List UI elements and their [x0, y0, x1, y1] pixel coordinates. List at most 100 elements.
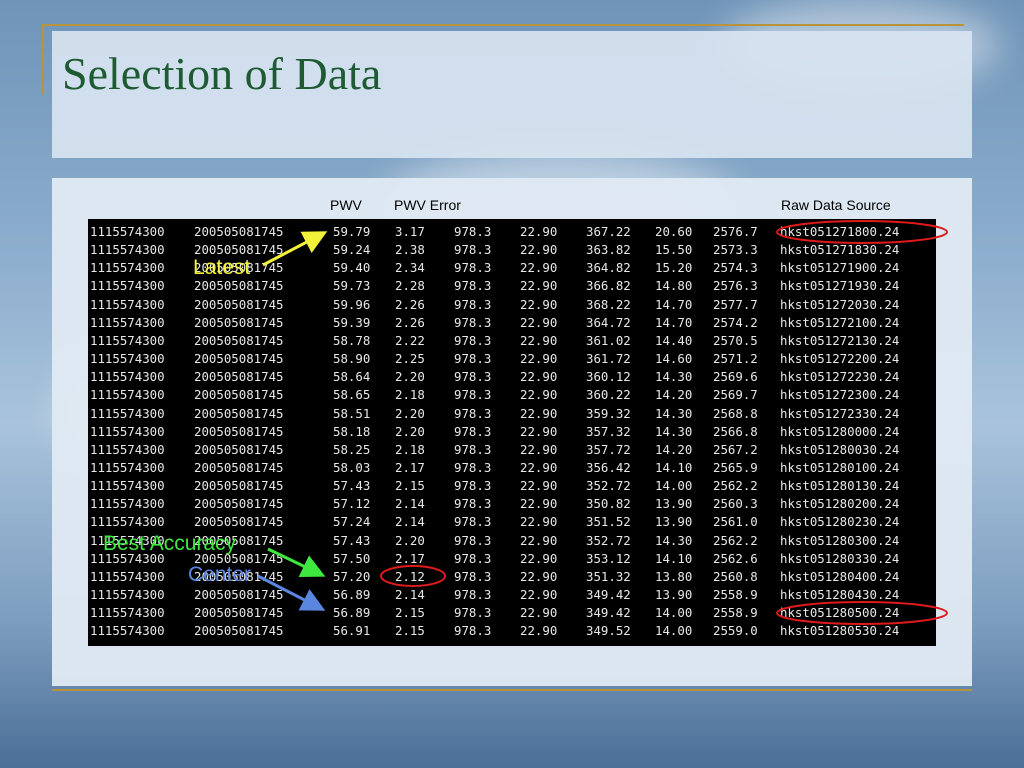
pressure-cell: 978.3	[454, 278, 492, 294]
pwv-cell: 58.25	[333, 441, 371, 457]
zenith-total-cell: 2565.9	[713, 459, 758, 475]
zenith-delay-cell: 360.22	[586, 387, 631, 403]
zenith-wet-cell: 14.80	[655, 278, 693, 294]
temperature-cell: 22.90	[520, 242, 558, 258]
raw-source-cell: hkst051272200.24	[780, 351, 900, 367]
zenith-wet-cell: 14.10	[655, 459, 693, 475]
temperature-cell: 22.90	[520, 405, 558, 421]
zenith-delay-cell: 351.52	[586, 514, 631, 530]
raw-source-cell: hkst051280100.24	[780, 459, 900, 475]
zenith-total-cell: 2577.7	[713, 296, 758, 312]
raw-source-cell: hkst051272300.24	[780, 387, 900, 403]
zenith-total-cell: 2562.6	[713, 550, 758, 566]
left-gold-rule	[42, 24, 44, 94]
zenith-wet-cell: 13.90	[655, 496, 693, 512]
pwv-error-cell: 2.20	[395, 369, 425, 385]
pressure-cell: 978.3	[454, 550, 492, 566]
pressure-cell: 978.3	[454, 260, 492, 276]
zenith-total-cell: 2573.3	[713, 242, 758, 258]
raw-source-cell: hkst051271930.24	[780, 278, 900, 294]
temperature-cell: 22.90	[520, 532, 558, 548]
bottom-gold-rule	[52, 689, 972, 691]
temperature-cell: 22.90	[520, 550, 558, 566]
pwv-cell: 58.78	[333, 332, 371, 348]
pwv-cell: 59.96	[333, 296, 371, 312]
raw-source-cell: hkst051280430.24	[780, 587, 900, 602]
pressure-cell: 978.3	[454, 587, 492, 602]
pwv-cell: 59.24	[333, 242, 371, 258]
timestamp-cell: 1115574300	[90, 459, 165, 475]
datetime-cell: 200505081745	[194, 296, 284, 312]
zenith-delay-cell: 356.42	[586, 459, 631, 475]
zenith-total-cell: 2561.0	[713, 514, 758, 530]
zenith-wet-cell: 14.00	[655, 478, 693, 494]
zenith-delay-cell: 353.12	[586, 550, 631, 566]
temperature-cell: 22.90	[520, 260, 558, 276]
zenith-total-cell: 2560.8	[713, 568, 758, 584]
pressure-cell: 978.3	[454, 405, 492, 421]
zenith-delay-cell: 357.72	[586, 441, 631, 457]
timestamp-cell: 1115574300	[90, 441, 165, 457]
zenith-wet-cell: 15.50	[655, 242, 693, 258]
pwv-cell: 58.65	[333, 387, 371, 403]
zenith-delay-cell: 352.72	[586, 478, 631, 494]
raw-data-source-column-label: Raw Data Source	[781, 197, 891, 213]
pwv-cell: 57.20	[333, 568, 371, 584]
pwv-cell: 57.43	[333, 532, 371, 548]
pressure-cell: 978.3	[454, 369, 492, 385]
temperature-cell: 22.90	[520, 224, 558, 239]
pwv-error-cell: 2.34	[395, 260, 425, 276]
raw-source-cell: hkst051280330.24	[780, 550, 900, 566]
zenith-delay-cell: 364.82	[586, 260, 631, 276]
pressure-cell: 978.3	[454, 351, 492, 367]
zenith-wet-cell: 14.00	[655, 623, 693, 639]
datetime-cell: 200505081745	[194, 514, 284, 530]
pwv-cell: 58.90	[333, 351, 371, 367]
pwv-cell: 56.89	[333, 605, 371, 621]
pwv-error-column-label: PWV Error	[394, 197, 461, 213]
temperature-cell: 22.90	[520, 332, 558, 348]
raw-source-cell: hkst051272230.24	[780, 369, 900, 385]
pressure-cell: 978.3	[454, 623, 492, 639]
zenith-total-cell: 2569.7	[713, 387, 758, 403]
zenith-wet-cell: 14.70	[655, 296, 693, 312]
latest-annotation-label: Latest	[193, 256, 251, 279]
timestamp-cell: 1115574300	[90, 278, 165, 294]
pwv-error-cell: 2.14	[395, 514, 425, 530]
pressure-cell: 978.3	[454, 532, 492, 548]
center-annotation-label: Center	[188, 563, 252, 586]
pressure-cell: 978.3	[454, 459, 492, 475]
raw-source-cell: hkst051280500.24	[780, 605, 900, 621]
datetime-cell: 200505081745	[194, 387, 284, 403]
best-accuracy-annotation-label: Best Accuracy	[103, 532, 237, 555]
raw-source-cell: hkst051280400.24	[780, 568, 900, 584]
timestamp-cell: 1115574300	[90, 423, 165, 439]
timestamp-cell: 1115574300	[90, 387, 165, 403]
datetime-cell: 200505081745	[194, 623, 284, 639]
raw-source-cell: hkst051271900.24	[780, 260, 900, 276]
zenith-total-cell: 2574.2	[713, 314, 758, 330]
timestamp-cell: 1115574300	[90, 242, 165, 258]
pwv-error-cell: 2.17	[395, 550, 425, 566]
raw-source-cell: hkst051272100.24	[780, 314, 900, 330]
pwv-cell: 58.18	[333, 423, 371, 439]
datetime-cell: 200505081745	[194, 278, 284, 294]
pwv-cell: 59.39	[333, 314, 371, 330]
pressure-cell: 978.3	[454, 478, 492, 494]
raw-source-cell: hkst051280130.24	[780, 478, 900, 494]
datetime-cell: 200505081745	[194, 351, 284, 367]
pwv-error-cell: 2.17	[395, 459, 425, 475]
zenith-total-cell: 2568.8	[713, 405, 758, 421]
datetime-cell: 200505081745	[194, 496, 284, 512]
temperature-cell: 22.90	[520, 514, 558, 530]
pwv-error-cell: 2.20	[395, 532, 425, 548]
zenith-delay-cell: 357.32	[586, 423, 631, 439]
zenith-delay-cell: 368.22	[586, 296, 631, 312]
zenith-total-cell: 2559.0	[713, 623, 758, 639]
raw-source-cell: hkst051272130.24	[780, 332, 900, 348]
zenith-wet-cell: 13.90	[655, 587, 693, 602]
pressure-cell: 978.3	[454, 496, 492, 512]
temperature-cell: 22.90	[520, 587, 558, 602]
pwv-error-cell: 2.25	[395, 351, 425, 367]
temperature-cell: 22.90	[520, 387, 558, 403]
